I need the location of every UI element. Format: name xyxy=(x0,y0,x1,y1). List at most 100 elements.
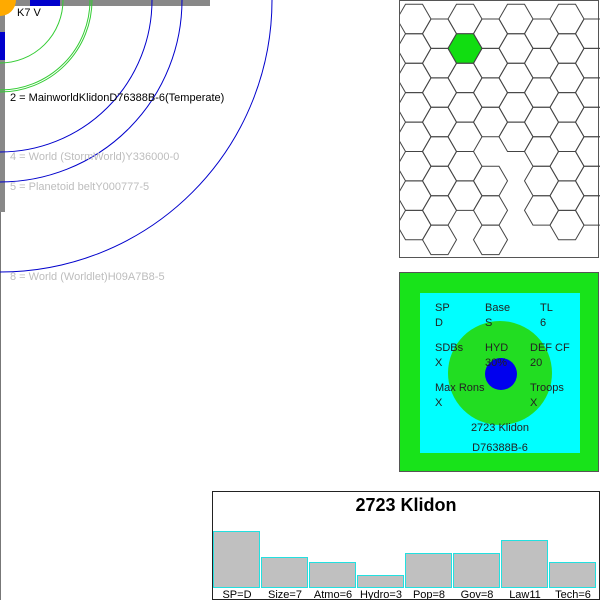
star-type-label: K7 V xyxy=(17,7,41,19)
hex-cell[interactable] xyxy=(523,18,560,49)
hex-cell[interactable] xyxy=(498,33,534,64)
hex-cell[interactable] xyxy=(472,224,509,256)
hex-cell[interactable] xyxy=(421,77,458,108)
chart-title: 2723 Klidon xyxy=(355,495,457,515)
hex-cell[interactable] xyxy=(400,151,432,182)
sdbs-label: SDBs xyxy=(435,342,464,354)
hex-cell[interactable] xyxy=(549,33,585,64)
hex-cell[interactable] xyxy=(549,151,585,182)
uwp-bar-chart: 2723 Klidon SP=D Size=7 Atmo=6 Hydro=3 Pop=8… xyxy=(212,491,600,600)
hex-cell[interactable] xyxy=(400,62,432,94)
top-scale-marker xyxy=(30,0,60,6)
bar-label-5: Gov=8 xyxy=(460,589,494,600)
hex-cell[interactable] xyxy=(574,165,600,197)
bar-7 xyxy=(549,562,596,588)
bar-label-4: Pop=8 xyxy=(412,589,446,600)
def-cf-label: DEF CF xyxy=(530,342,570,354)
hex-cell[interactable] xyxy=(498,92,534,123)
troops-value: X xyxy=(530,397,538,409)
hex-cell[interactable] xyxy=(498,62,534,94)
bar-label-3: Hydro=3 xyxy=(360,589,402,600)
hex-cell[interactable] xyxy=(400,209,432,241)
hex-cell[interactable] xyxy=(574,77,600,108)
hex-cell[interactable] xyxy=(523,195,560,226)
hex-cell[interactable] xyxy=(523,106,560,138)
hex-cell[interactable] xyxy=(400,92,432,123)
hex-cell[interactable] xyxy=(400,3,432,35)
base-label: Base xyxy=(485,302,511,314)
hex-cell[interactable] xyxy=(549,121,585,152)
bar-6 xyxy=(501,540,548,588)
left-scale-bar xyxy=(0,0,5,212)
sdbs-value: X xyxy=(435,357,443,369)
subsector-hex-map xyxy=(399,0,600,258)
hex-cell[interactable] xyxy=(523,165,560,197)
hex-cell[interactable] xyxy=(421,165,458,197)
hex-cell[interactable] xyxy=(421,106,458,138)
hyd-label: HYD xyxy=(485,342,509,354)
hex-cell[interactable] xyxy=(447,3,483,35)
orbit-label-planetoid-belt[interactable]: 5 = Planetoid beltY000777-5 xyxy=(10,181,149,194)
hex-cell[interactable] xyxy=(472,165,509,197)
max-rons-value: X xyxy=(435,397,443,409)
hex-cell[interactable] xyxy=(523,77,560,108)
hex-cell[interactable] xyxy=(574,136,600,167)
hex-cell[interactable] xyxy=(549,3,585,35)
orbit-ring-4 xyxy=(0,0,153,153)
hex-cell-selected[interactable] xyxy=(447,33,483,64)
orbit-label-stormworld[interactable]: 4 = World (StormWorld)Y336000-0 xyxy=(10,151,179,164)
hex-cell[interactable] xyxy=(447,121,483,152)
bar-2 xyxy=(309,562,356,588)
hex-cell[interactable] xyxy=(523,47,560,79)
max-rons-label: Max Rons xyxy=(435,382,485,394)
orbit-label-mainworld[interactable]: 2 = MainworldKlidonD76388B-6(Temperate) xyxy=(10,92,224,105)
hex-cell[interactable] xyxy=(498,121,534,152)
hex-cell[interactable] xyxy=(400,33,432,64)
hex-cell[interactable] xyxy=(472,195,509,226)
hex-cell[interactable] xyxy=(549,180,585,211)
bar-5 xyxy=(453,553,500,588)
hex-cell[interactable] xyxy=(574,106,600,138)
world-name: 2723 Klidon xyxy=(470,422,530,434)
bar-label-6: Law11 xyxy=(509,589,541,600)
hex-cell[interactable] xyxy=(549,209,585,241)
hex-cell[interactable] xyxy=(447,62,483,94)
orbit-label-worldlet[interactable]: 8 = World (Worldlet)H09A7B8-5 xyxy=(10,271,165,284)
tl-label: TL xyxy=(540,302,553,314)
world-card: SP D Base S TL 6 SDBs X HYD 30% DEF CF 20 Max … xyxy=(399,272,599,472)
bar-label-1: Size=7 xyxy=(268,589,302,600)
def-cf-value: 20 xyxy=(530,357,543,369)
hex-cell[interactable] xyxy=(523,136,560,167)
hex-cell[interactable] xyxy=(472,106,509,138)
bar-label-7: Tech=6 xyxy=(555,589,591,600)
star-icon xyxy=(0,0,16,16)
world-card-inner: SP D Base S TL 6 SDBs X HYD 30% DEF CF 20 Max … xyxy=(420,293,580,454)
orbit-ring-2 xyxy=(0,0,91,91)
hex-cell[interactable] xyxy=(549,62,585,94)
sp-value: D xyxy=(435,317,443,329)
bar-3 xyxy=(357,575,404,588)
hex-cell[interactable] xyxy=(447,151,483,182)
hex-cell[interactable] xyxy=(472,77,509,108)
troops-label: Troops xyxy=(530,382,564,394)
hex-cell[interactable] xyxy=(549,92,585,123)
hex-cell[interactable] xyxy=(574,195,600,226)
hex-cell[interactable] xyxy=(421,224,458,256)
bar-label-2: Atmo=6 xyxy=(313,589,353,600)
hex-cell[interactable] xyxy=(447,92,483,123)
hex-cell[interactable] xyxy=(400,121,432,152)
hex-cell[interactable] xyxy=(421,195,458,226)
bar-label-0: SP=D xyxy=(222,589,252,600)
hex-grid xyxy=(400,3,600,256)
hex-cell[interactable] xyxy=(421,136,458,167)
hex-cell[interactable] xyxy=(574,47,600,79)
left-scale-marker xyxy=(0,32,5,60)
hyd-value: 30% xyxy=(485,357,508,369)
hex-cell[interactable] xyxy=(447,180,483,211)
bar-4 xyxy=(405,553,452,588)
hex-cell[interactable] xyxy=(574,18,600,49)
hex-cell[interactable] xyxy=(498,3,534,35)
world-uwp: D76388B-6 xyxy=(472,442,528,454)
hex-cell[interactable] xyxy=(400,180,432,211)
bar-0 xyxy=(213,531,260,588)
